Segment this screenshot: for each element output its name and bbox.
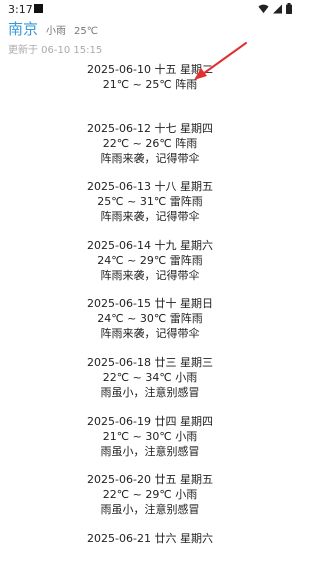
forecast-date: 2025-06-20 廿五 星期五 [87,473,213,487]
forecast-item: 2025-06-15 廿十 星期日 24℃ ~ 30℃ 雷阵雨 阵雨来袭，记得带… [0,294,300,353]
forecast-date: 2025-06-10 十五 星期二 [87,63,213,76]
forecast-item: 2025-06-19 廿四 星期四 21℃ ~ 30℃ 小雨 雨虽小，注意别感冒 [0,412,300,471]
forecast-list: 2025-06-10 十五 星期二 21℃ ~ 25℃ 阵雨 2025-06-1… [0,60,300,587]
weather-header: 南京 小雨 25℃ [8,18,98,40]
forecast-date: 2025-06-18 廿三 星期三 [87,355,213,369]
forecast-date: 2025-06-21 廿六 星期六 [87,531,213,545]
forecast-item: 2025-06-18 廿三 星期三 22℃ ~ 34℃ 小雨 雨虽小，注意别感冒 [0,353,300,412]
current-weather: 小雨 [46,26,67,37]
forecast-item: 2025-06-13 十八 星期五 25℃ ~ 31℃ 雷阵雨 阵雨来袭，记得带… [0,177,300,236]
forecast-tip: 雨虽小，注意别感冒 [100,385,200,399]
update-time: 更新于 06-10 15:15 [8,45,103,56]
wifi-icon [258,4,269,14]
status-time: 3:17 [8,3,33,16]
forecast-temp: 22℃ ~ 26℃ 阵雨 [102,136,198,150]
forecast-item: 2025-06-21 廿六 星期六 [0,529,300,587]
forecast-temp: 25℃ ~ 31℃ 雷阵雨 [97,195,203,209]
current-temp: 25℃ [74,26,98,37]
forecast-temp: 21℃ ~ 30℃ 小雨 [102,429,198,443]
forecast-tip: 阵雨来袭，记得带伞 [100,327,200,341]
forecast-date: 2025-06-19 廿四 星期四 [87,414,213,428]
forecast-temp: 24℃ ~ 30℃ 雷阵雨 [97,312,203,326]
forecast-temp: 22℃ ~ 34℃ 小雨 [102,370,198,384]
annotation-arrow-icon [194,42,247,80]
forecast-tip: 阵雨来袭，记得带伞 [100,151,200,165]
signal-icon [273,4,282,13]
forecast-temp: 24℃ ~ 29℃ 雷阵雨 [97,253,203,267]
forecast-date: 2025-06-14 十九 星期六 [87,238,213,252]
forecast-tip: 雨虽小，注意别感冒 [100,444,200,458]
forecast-tip: 阵雨来袭，记得带伞 [100,210,200,224]
forecast-item: 2025-06-10 十五 星期二 21℃ ~ 25℃ 阵雨 [0,60,300,119]
city-name[interactable]: 南京 [8,18,38,39]
status-bar: 3:17 [0,0,300,18]
forecast-temp: 22℃ ~ 29℃ 小雨 [102,488,198,502]
notification-icon [34,4,43,13]
forecast-item: 2025-06-14 十九 星期六 24℃ ~ 29℃ 雷阵雨 阵雨来袭，记得带… [0,236,300,295]
forecast-date: 2025-06-12 十七 星期四 [87,121,213,135]
forecast-item: 2025-06-12 十七 星期四 22℃ ~ 26℃ 阵雨 阵雨来袭，记得带伞 [0,119,300,178]
forecast-temp: 21℃ ~ 25℃ 阵雨 [102,78,198,91]
forecast-date: 2025-06-13 十八 星期五 [87,180,213,194]
forecast-tip: 阵雨来袭，记得带伞 [100,268,200,282]
status-icons [258,3,292,14]
forecast-date: 2025-06-15 廿十 星期日 [87,297,213,311]
forecast-tip: 雨虽小，注意别感冒 [100,503,200,517]
battery-icon [286,3,292,14]
forecast-item: 2025-06-20 廿五 星期五 22℃ ~ 29℃ 小雨 雨虽小，注意别感冒 [0,470,300,529]
